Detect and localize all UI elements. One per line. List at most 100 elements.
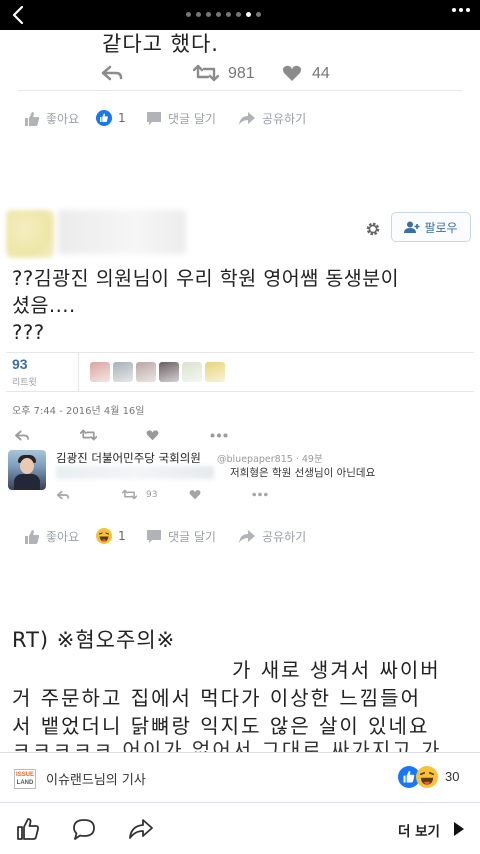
- reply-icon[interactable]: [56, 490, 70, 500]
- total-reaction-count: 30: [445, 769, 460, 784]
- blurred-username: [58, 210, 186, 254]
- comment-label: 댓글 달기: [168, 112, 216, 126]
- tweet2-text-line: ???: [12, 321, 45, 344]
- page-indicator: [186, 12, 261, 17]
- add-user-icon: [404, 221, 420, 233]
- reaction-count: 1: [118, 111, 126, 125]
- follow-button[interactable]: 팔로우: [391, 212, 471, 242]
- share-icon[interactable]: [128, 818, 154, 840]
- thumbs-up-icon[interactable]: [16, 817, 40, 841]
- comment-icon: [147, 112, 161, 125]
- top-bar: [0, 0, 480, 30]
- bottom-action-bar: 더 보기: [0, 802, 480, 854]
- page-dot-active: [246, 12, 251, 17]
- tweet3-line: 서 뱉었더니 닭뼈랑 익지도 않은 살이 있네요: [12, 714, 430, 738]
- tweet3-line: 거 주문하고 집에서 먹다가 이상한 느낌들어: [12, 686, 421, 710]
- page-dot: [216, 12, 221, 17]
- tweet2-text-line: 셨음....: [12, 294, 76, 317]
- retweet-stat-label: 리트윗: [12, 378, 37, 388]
- like-button[interactable]: 좋아요: [24, 110, 79, 127]
- see-more-button[interactable]: 더 보기: [398, 820, 440, 840]
- comment-icon[interactable]: [72, 818, 96, 841]
- retweeter-avatar[interactable]: [136, 362, 156, 382]
- play-arrow-icon[interactable]: [453, 821, 465, 837]
- page-dot: [256, 12, 261, 17]
- heart-icon[interactable]: [189, 489, 201, 500]
- blurred-avatar: [6, 210, 54, 258]
- tweet2-text: ??김광진 의원님이 우리 학원 영어쌤 동생분이 셨음.... ???: [12, 265, 472, 346]
- retweet-icon[interactable]: [80, 429, 97, 441]
- stat-separator: [78, 353, 79, 391]
- page-dot: [226, 12, 231, 17]
- thumbs-up-icon: [25, 529, 40, 544]
- retweeter-avatar[interactable]: [205, 362, 225, 382]
- reply-retweet-count: 93: [146, 490, 158, 500]
- retweeter-avatar[interactable]: [113, 362, 133, 382]
- retweet-stats: 93 리트윗: [6, 352, 474, 392]
- back-arrow-icon[interactable]: [8, 4, 30, 26]
- tweet1-text: 같다고 했다.: [102, 32, 219, 56]
- retweeter-avatar[interactable]: [182, 362, 202, 382]
- divider: [18, 90, 462, 91]
- comment-button[interactable]: 댓글 달기: [146, 528, 216, 545]
- follow-label: 팔로우: [424, 220, 458, 235]
- retweeter-avatars: [90, 362, 225, 382]
- more-dots-icon[interactable]: [252, 492, 268, 497]
- gear-icon[interactable]: [364, 220, 382, 238]
- retweet-icon[interactable]: [122, 489, 137, 500]
- like-button[interactable]: 좋아요: [24, 528, 79, 545]
- tweet3-line: 가 새로 생겨서 싸이버: [232, 658, 441, 682]
- like-reaction-icon: [96, 110, 112, 126]
- reaction-summary[interactable]: 1: [96, 110, 126, 126]
- tweet2-actions: [0, 428, 480, 444]
- reply-avatar[interactable]: [8, 450, 46, 490]
- reply-actions: 93: [0, 488, 480, 504]
- reply-icon[interactable]: [100, 65, 124, 81]
- haha-reaction-icon: [416, 766, 438, 788]
- retweeter-avatar[interactable]: [159, 362, 179, 382]
- retweeter-avatar[interactable]: [90, 362, 110, 382]
- page-dot: [206, 12, 211, 17]
- issueland-logo: ISSUE LAND: [14, 769, 36, 789]
- page-dot: [186, 12, 191, 17]
- retweet-count: 981: [228, 65, 255, 82]
- reaction-icons[interactable]: [398, 766, 438, 788]
- like-label: 좋아요: [46, 530, 80, 544]
- heart-icon[interactable]: [146, 429, 159, 441]
- heart-icon[interactable]: [282, 64, 302, 82]
- source-text: 이슈랜드님의 기사: [46, 773, 146, 788]
- reply-text: 저희형은 학원 선생님이 아닌데요: [230, 467, 376, 479]
- more-options-icon[interactable]: [452, 8, 470, 12]
- fb-action-row: 좋아요 1 댓글 달기 공유하기: [0, 108, 480, 132]
- comment-label: 댓글 달기: [168, 530, 216, 544]
- like-label: 좋아요: [46, 112, 80, 126]
- comment-icon: [147, 530, 161, 543]
- share-icon: [239, 112, 255, 125]
- share-label: 공유하기: [262, 530, 307, 544]
- retweet-stat-count: 93: [12, 356, 28, 372]
- tweet3-prefix: RT) ※혐오주의※: [12, 628, 176, 652]
- reaction-count: 1: [118, 529, 126, 543]
- tweet-timestamp: 오후 7:44 - 2016년 4월 16일: [12, 406, 145, 417]
- share-button[interactable]: 공유하기: [238, 110, 306, 127]
- reply-author-name[interactable]: 김광진 더불어민주당 국회의원: [56, 450, 201, 466]
- source-bar[interactable]: ISSUE LAND 이슈랜드님의 기사 30: [0, 752, 480, 802]
- fb-action-row: 좋아요 1 댓글 달기 공유하기: [0, 526, 480, 550]
- thumbs-up-icon: [25, 111, 40, 126]
- see-more-label: 더 보기: [398, 824, 440, 840]
- tweet2-text-line: ??김광진 의원님이 우리 학원 영어쌤 동생분이: [12, 267, 400, 290]
- reaction-summary[interactable]: 1: [96, 528, 126, 544]
- comment-button[interactable]: 댓글 달기: [146, 110, 216, 127]
- tweet3-cut-line: ㅋㅋㅋㅋㅋ 어이가 없어서 그대로 싸가지고 가: [12, 738, 472, 752]
- retweet-icon[interactable]: [193, 64, 219, 82]
- share-button[interactable]: 공유하기: [238, 528, 306, 545]
- share-icon: [239, 530, 255, 543]
- tweet1-actions: 981 44: [0, 62, 480, 86]
- more-dots-icon[interactable]: [210, 433, 228, 438]
- blurred-mention: [56, 466, 214, 479]
- haha-reaction-icon: [96, 528, 112, 544]
- reply-handle: @bluepaper815 · 49분: [217, 454, 323, 465]
- reply-icon[interactable]: [14, 430, 30, 441]
- like-count: 44: [312, 65, 330, 82]
- page-dot: [196, 12, 201, 17]
